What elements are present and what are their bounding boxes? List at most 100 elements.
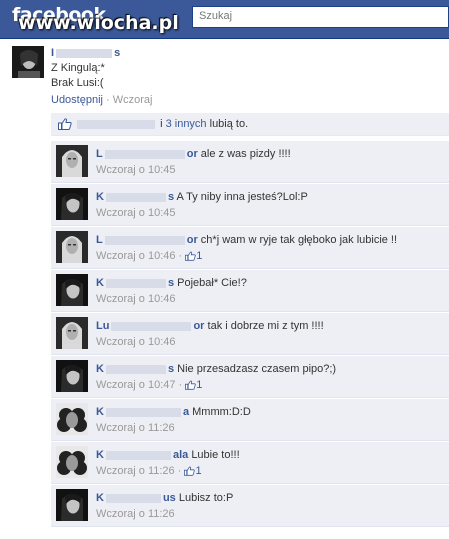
- comment-meta: Wczoraj o 11:26: [96, 508, 175, 520]
- hidden-name: [105, 364, 166, 374]
- comment-meta: Wczoraj o 10:46: [96, 293, 175, 305]
- comment-author-name[interactable]: Ks: [96, 363, 174, 375]
- comment-time[interactable]: Wczoraj o 11:26: [96, 422, 175, 434]
- profile-photo-icon: [56, 489, 88, 521]
- author-name-end: s: [114, 47, 121, 59]
- comment-author-name[interactable]: Kala: [96, 449, 188, 461]
- author-name-start: K: [96, 191, 104, 203]
- comment-row: Lor ale z was pizdy !!!! Wczoraj o 10:45: [51, 141, 449, 183]
- comment-time[interactable]: Wczoraj o 10:46: [96, 250, 175, 262]
- comment-line: Ks Pojebał* Cie!?: [96, 277, 247, 289]
- comment-author-avatar[interactable]: [56, 360, 88, 392]
- comment-row: Kala Lubie to!!! Wczoraj o 11:26 · 1: [51, 442, 449, 484]
- comment-time[interactable]: Wczoraj o 10:45: [96, 207, 175, 219]
- author-name-start: K: [96, 406, 104, 418]
- comment-row: Ka Mmmm:D:D Wczoraj o 11:26: [51, 399, 449, 441]
- post-time[interactable]: Wczoraj: [113, 94, 153, 106]
- comment-text: Lubisz to:P: [178, 492, 234, 504]
- comment-author-avatar[interactable]: [56, 231, 88, 263]
- profile-photo-icon: [56, 145, 88, 177]
- comment-author-avatar[interactable]: [56, 188, 88, 220]
- post-text-line-1: Z Kingulą:*: [51, 62, 105, 74]
- comment-time[interactable]: Wczoraj o 10:46: [96, 293, 175, 305]
- comment-meta: Wczoraj o 10:45: [96, 207, 175, 219]
- profile-photo-icon: [56, 317, 88, 349]
- author-name-end: or: [193, 320, 205, 332]
- comment-line: Lor ch*j wam w ryje tak głęboko jak lubi…: [96, 234, 397, 246]
- comment-time[interactable]: Wczoraj o 10:45: [96, 164, 175, 176]
- comment-line: Ks Nie przesadzasz czasem pipo?;): [96, 363, 336, 375]
- likes-prefix: i: [160, 118, 163, 130]
- hidden-name: [111, 321, 192, 331]
- comment-author-avatar[interactable]: [56, 489, 88, 521]
- hidden-names: [77, 119, 155, 129]
- author-name-start: Lu: [96, 320, 110, 332]
- hidden-name: [105, 192, 166, 202]
- comment-like-count[interactable]: 1: [185, 250, 202, 262]
- hidden-name: [105, 278, 166, 288]
- comment-row: Ks Pojebał* Cie!? Wczoraj o 10:46: [51, 270, 449, 312]
- comment-time[interactable]: Wczoraj o 10:47: [96, 379, 175, 391]
- comment-time[interactable]: Wczoraj o 10:46: [96, 336, 175, 348]
- comment-text: Mmmm:D:D: [192, 406, 251, 418]
- comment-author-name[interactable]: Lu or: [96, 320, 204, 332]
- comment-author-avatar[interactable]: [56, 403, 88, 435]
- comment-author-name[interactable]: Ka: [96, 406, 189, 418]
- author-name-end: ala: [172, 449, 189, 461]
- author-name-end: s: [167, 277, 175, 289]
- others-likes-link[interactable]: 3 innych: [166, 118, 207, 130]
- hidden-name: [104, 149, 185, 159]
- author-name-start: K: [96, 277, 104, 289]
- watermark: www.wiocha.pl: [18, 12, 179, 34]
- comment-author-avatar[interactable]: [56, 446, 88, 478]
- comment-meta: Wczoraj o 10:45: [96, 164, 175, 176]
- author-name-end: a: [182, 406, 190, 418]
- comment-author-name[interactable]: Lor: [96, 148, 198, 160]
- profile-photo-icon: [56, 360, 88, 392]
- comment-row: Lor ch*j wam w ryje tak głęboko jak lubi…: [51, 227, 449, 269]
- hidden-name: [105, 493, 161, 503]
- top-bar: facebook www.wiocha.pl Szukaj: [0, 0, 449, 39]
- search-input[interactable]: Szukaj: [192, 6, 449, 28]
- comment-row: Lu or tak i dobrze mi z tym !!!! Wczoraj o…: [51, 313, 449, 355]
- author-name-start: L: [96, 148, 103, 160]
- comment-line: Ks A Ty niby inna jesteś?Lol:P: [96, 191, 308, 203]
- profile-photo-icon: [56, 403, 88, 435]
- comment-author-name[interactable]: Ks: [96, 277, 174, 289]
- hidden-name: [105, 450, 171, 460]
- comment-meta: Wczoraj o 10:47 · 1: [96, 379, 203, 391]
- comment-meta: Wczoraj o 11:26 · 1: [96, 465, 202, 477]
- comment-time[interactable]: Wczoraj o 11:26: [96, 465, 175, 477]
- author-name-start: I: [51, 47, 55, 59]
- thumbs-up-icon: [185, 251, 197, 261]
- comment-text: Nie przesadzasz czasem pipo?;): [177, 363, 337, 375]
- comment-like-count[interactable]: 1: [185, 379, 202, 391]
- comment-text: Lubie to!!!: [191, 449, 240, 461]
- profile-photo-icon: [56, 274, 88, 306]
- comment-text: ch*j wam w ryje tak głęboko jak lubicie …: [200, 234, 398, 246]
- hidden-name: [56, 48, 113, 58]
- hidden-name: [104, 235, 185, 245]
- post-author-avatar[interactable]: [12, 46, 44, 78]
- post-author-name[interactable]: Is: [51, 47, 120, 59]
- author-name-end: s: [167, 191, 175, 203]
- comment-author-name[interactable]: Lor: [96, 234, 198, 246]
- comment-like-count[interactable]: 1: [184, 465, 202, 477]
- comment-author-name[interactable]: Ks: [96, 191, 174, 203]
- comment-text: Pojebał* Cie!?: [177, 277, 247, 289]
- likes-suffix: lubią to.: [209, 118, 249, 130]
- comment-text: tak i dobrze mi z tym !!!!: [207, 320, 324, 332]
- profile-photo-icon: [56, 446, 88, 478]
- author-name-start: K: [96, 449, 104, 461]
- profile-photo-icon: [56, 188, 88, 220]
- comment-author-avatar[interactable]: [56, 274, 88, 306]
- comment-time[interactable]: Wczoraj o 11:26: [96, 508, 175, 520]
- comment-author-avatar[interactable]: [56, 317, 88, 349]
- comment-author-name[interactable]: Kus: [96, 492, 176, 504]
- comment-author-avatar[interactable]: [56, 145, 88, 177]
- author-name-start: K: [96, 363, 104, 375]
- author-name-start: K: [96, 492, 104, 504]
- comment-text: A Ty niby inna jesteś?Lol:P: [176, 191, 308, 203]
- comment-line: Lu or tak i dobrze mi z tym !!!!: [96, 320, 324, 332]
- share-link[interactable]: Udostępnij: [51, 94, 103, 106]
